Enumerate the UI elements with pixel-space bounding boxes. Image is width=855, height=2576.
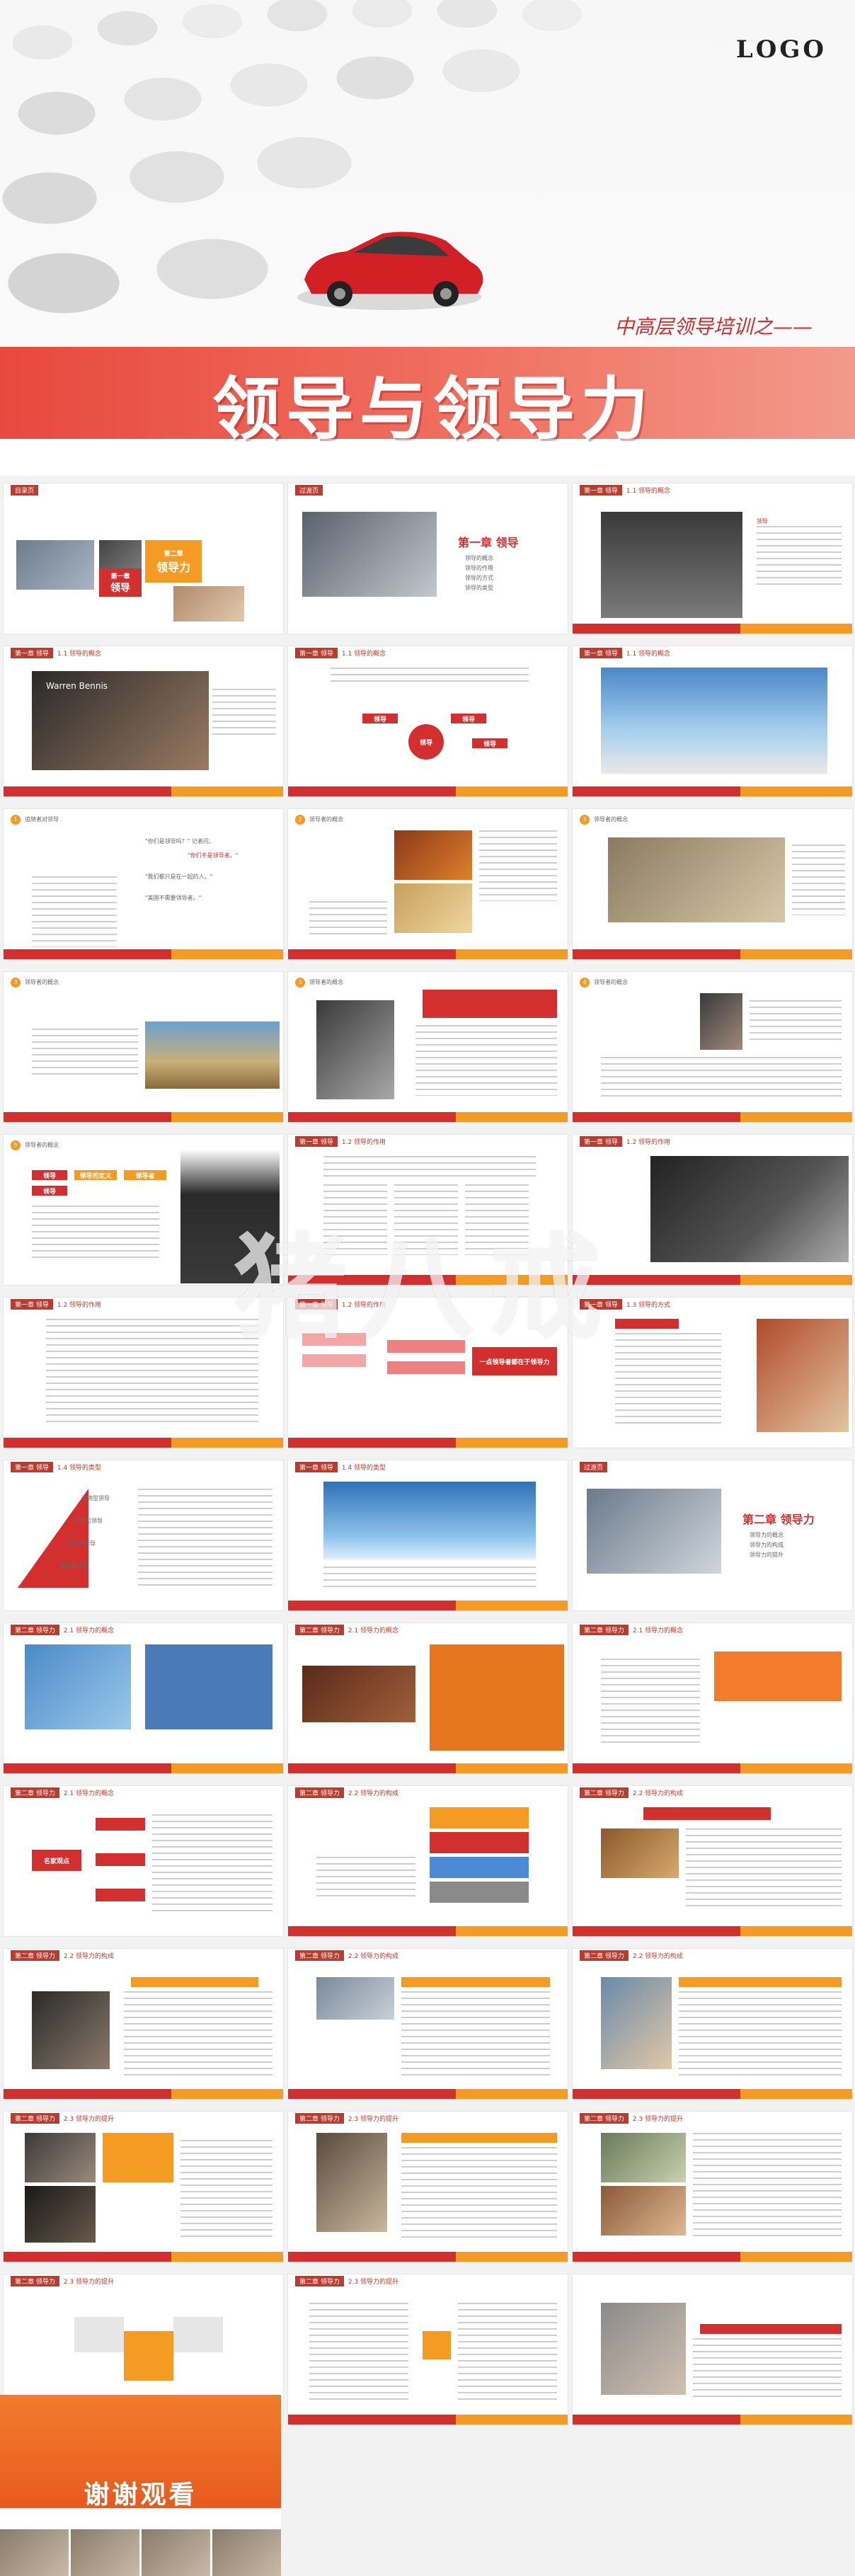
slide-tag: 第一章 领导 [11,1298,53,1310]
slide-tag: 第一章 领导 [295,1461,338,1472]
slide-tag: 第二章 领导力 [295,1787,344,1798]
logo: LOGO [735,35,827,64]
chapter-title: 第一章 领导 [458,536,519,549]
slide-30[interactable]: 第二章 领导力 2.2 领导力的构成 [572,1948,853,2100]
slide-7[interactable]: 1 追随者对领导 "你们是领导吗？" 记者问。 "你们不是领导者。" "我们都只… [3,808,284,960]
slide-35[interactable]: 第二章 领导力 2.3 领导力的提升 [287,2274,568,2425]
slide-28[interactable]: 第二章 领导力 2.2 领导力的构成 [3,1948,284,2100]
cover-title: 领导与领导力 [212,370,654,449]
shoes-image [302,1666,415,1722]
chapter-title: 第二章 领导力 [742,1513,815,1526]
course-subtitle: 中高层领导培训之—— [614,315,813,338]
center-circle: 领导 [408,724,444,760]
slide-tag: 第二章 领导力 [580,1624,629,1635]
slide-6[interactable]: 第一章 领导 1.1 领导的概念 [572,646,853,797]
slide-10[interactable]: 3 领导者的概念 [3,971,284,1123]
slide-12[interactable]: 4 领导者的概念 [572,971,853,1123]
slide-tag: 第二章 领导力 [11,1787,59,1798]
red-car-image [297,231,483,310]
slide-tag: 第二章 领导力 [580,1950,629,1961]
toc-item: 领导的概念 [465,555,493,561]
slide-toc[interactable]: 目录页 第一章 领导 第二章 领导力 [3,483,284,634]
confucius-image [757,1319,849,1432]
toc-item: 领导的方式 [465,575,493,581]
slide-tag: 第二章 领导力 [295,2275,344,2286]
slide-24[interactable]: 第二章 领导力 2.1 领导力的概念 [572,1622,853,1774]
penguins-image [650,1156,849,1262]
workers-photo [25,1644,131,1729]
document-page: LOGO 中高层领导培训之—— 领导与领导力 目录页 第一章 领导 第二章 领导力 … [0,0,855,2576]
watermark: 猪八戒 [234,1222,616,1354]
slide-tag: 第二章 领导力 [11,1950,59,1961]
slide-transition-ch1[interactable]: 过渡页 第一章 领导 领导的概念 领导的作用 领导的方式 领导的类型 [287,483,568,634]
slide-29[interactable]: 第二章 领导力 2.2 领导力的构成 [287,1948,568,2100]
slide-25[interactable]: 第二章 领导力 2.1 领导力的概念 名家观点 [3,1785,284,1937]
slide-tag: 目录页 [11,484,39,496]
cover-slide: LOGO 中高层领导培训之—— 领导与领导力 [0,0,855,476]
slide-20[interactable]: 第一章 领导 1.4 领导的类型 [287,1460,568,1611]
slide-31[interactable]: 第二章 领导力 2.3 领导力的提升 [3,2111,284,2262]
group-photo [601,512,742,618]
slide-11[interactable]: 3 领导者的概念 [287,971,568,1123]
pyramid-icon [18,1489,88,1588]
thank-you-text: 谢谢观看 [84,2480,197,2509]
slide-tag: 过渡页 [580,1461,608,1472]
slide-5[interactable]: 第一章 领导 1.1 领导的概念 领导 领导 领导 领导 [287,646,568,797]
slide-tag: 第二章 领导力 [11,1624,59,1635]
slide-tag: 第一章 领导 [580,1135,622,1147]
slide-tag: 第二章 领导力 [11,2112,59,2124]
slide-tag: 第二章 领导力 [295,1950,344,1961]
slide-19[interactable]: 第一章 领导 1.4 领导的类型 追随型领导 培养型领导 授权型领导 指挥型领导 [3,1460,284,1611]
slide-3[interactable]: 第一章 领导 1.1 领导的概念 领导 [572,483,853,634]
slide-tag: 第一章 领导 [11,1461,53,1472]
ice-age-image [601,668,827,774]
chapter-2-box: 第二章 领导力 [145,540,202,583]
slide-tag: 第一章 领导 [580,647,622,658]
slide-32[interactable]: 第二章 领导力 2.3 领导力的提升 [287,2111,568,2262]
photo [16,540,94,590]
toc-item: 领导的作用 [465,565,493,571]
slide-tag: 第一章 领导 [11,647,53,658]
slide-8[interactable]: 2 领导者的概念 [287,808,568,960]
slide-27[interactable]: 第二章 领导力 2.2 领导力的构成 [572,1785,853,1937]
slide-4[interactable]: 第一章 领导 1.1 领导的概念 Warren Bennis [3,646,284,797]
slide-tag: 第二章 领导力 [580,2112,629,2124]
slide-transition-ch2[interactable]: 过渡页 第二章 领导力 领导力的概念 领导力的构成 领导力的提升 [572,1460,853,1611]
slide-22[interactable]: 第二章 领导力 2.1 领导力的概念 [3,1622,284,1774]
toc-item: 领导的类型 [465,585,493,591]
photo-strip [0,2529,281,2576]
center-label: 名家观点 [32,1850,81,1871]
slide-tag: 第二章 领导力 [11,2275,59,2286]
slide-tag: 过渡页 [295,484,323,496]
text-block [757,526,842,590]
slide-tag: 第一章 领导 [295,1135,338,1147]
slide-26[interactable]: 第二章 领导力 2.2 领导力的构成 [287,1785,568,1937]
slide-tag: 第一章 领导 [580,484,622,496]
slide-tag: 第二章 领导力 [295,1624,344,1635]
slide-9[interactable]: 3 领导者的概念 [572,808,853,960]
slide-33[interactable]: 第二章 领导力 2.3 领导力的提升 [572,2111,853,2262]
slide-23[interactable]: 第二章 领导力 2.1 领导力的概念 [287,1622,568,1774]
slide-tag: 第一章 领导 [295,647,338,658]
slide-tag: 第二章 领导力 [295,2112,344,2124]
photo [302,512,437,597]
photo [173,586,244,622]
portrait-caption: Warren Bennis [46,681,108,691]
slide-tag: 第二章 领导力 [580,1787,629,1798]
sky-image [323,1482,536,1559]
thank-you-slide[interactable]: 谢谢观看 [0,2395,281,2576]
chapter-1-box: 第一章 领导 [99,568,142,597]
slide-36[interactable] [572,2274,853,2425]
